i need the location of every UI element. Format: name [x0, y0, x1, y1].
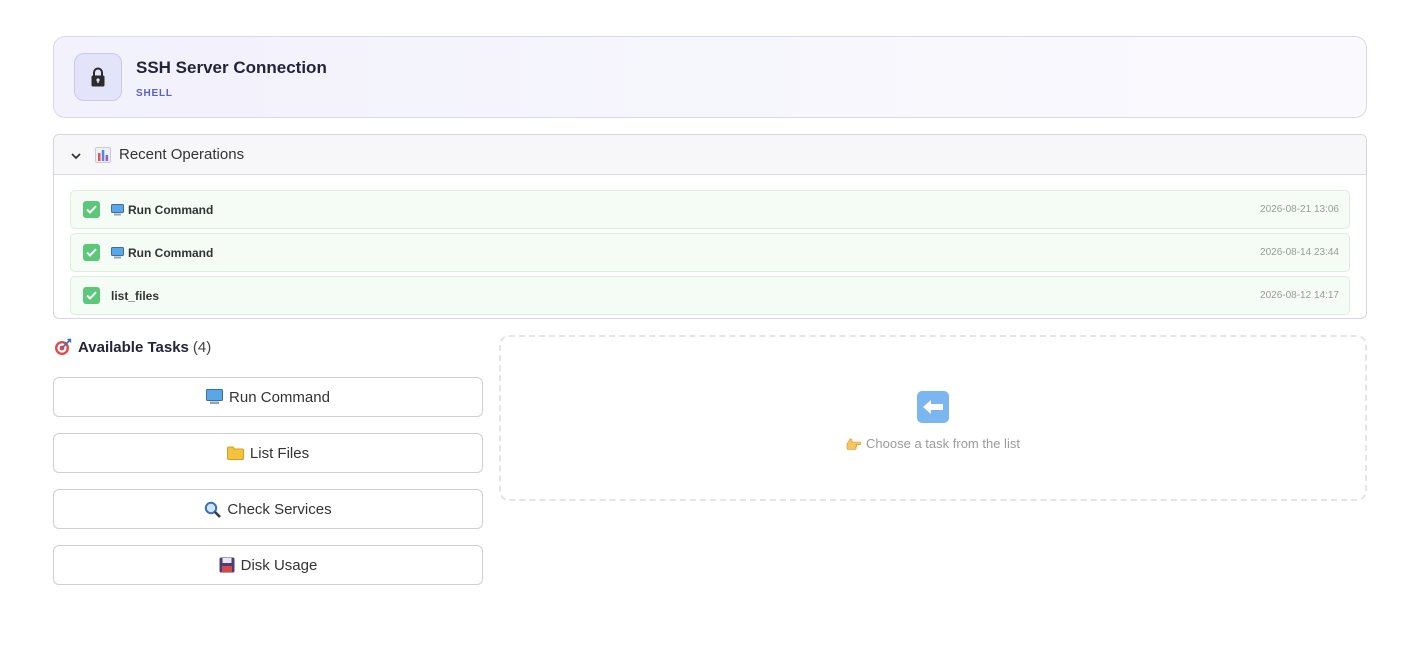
- operation-label: Run Command: [128, 202, 214, 217]
- run-command-button[interactable]: Run Command: [53, 377, 483, 417]
- computer-icon: [206, 389, 224, 405]
- recent-operations-toggle[interactable]: Recent Operations: [54, 135, 1366, 175]
- disk-usage-label: Disk Usage: [240, 556, 318, 574]
- list-files-label: List Files: [249, 444, 310, 462]
- placeholder-hint: Choose a task from the list: [846, 436, 1020, 451]
- success-check-icon: [83, 287, 100, 304]
- check-services-label: Check Services: [227, 500, 332, 518]
- folder-icon: [226, 446, 244, 460]
- list-item[interactable]: list_files 2026-08-12 14:17: [70, 276, 1350, 315]
- chevron-down-icon: [70, 149, 82, 161]
- computer-icon: [111, 246, 124, 259]
- connection-header: SSH Server Connection SHELL: [53, 36, 1367, 118]
- available-tasks-heading: Available Tasks 4: [54, 338, 211, 356]
- success-check-icon: [83, 201, 100, 218]
- check-services-button[interactable]: Check Services: [53, 489, 483, 529]
- connection-type-badge: SHELL: [136, 88, 173, 99]
- recent-operations-list: Run Command 2026-08-21 13:06 Run Command…: [54, 175, 1366, 315]
- pointing-hand-icon: [846, 438, 862, 450]
- list-item[interactable]: Run Command 2026-08-21 13:06: [70, 190, 1350, 229]
- operation-label: list_files: [111, 288, 160, 303]
- page-title: SSH Server Connection: [136, 58, 327, 77]
- bar-chart-icon: [95, 146, 111, 163]
- placeholder-hint-text: Choose a task from the list: [866, 436, 1020, 451]
- list-files-button[interactable]: List Files: [53, 433, 483, 473]
- run-command-label: Run Command: [229, 388, 330, 406]
- floppy-disk-icon: [219, 557, 235, 573]
- recent-operations-panel: Recent Operations Run Command 2026-08-21…: [53, 134, 1367, 319]
- operation-timestamp: 2026-08-21 13:06: [1260, 204, 1339, 215]
- task-detail-placeholder: Choose a task from the list: [499, 335, 1367, 501]
- computer-icon: [111, 203, 124, 216]
- operation-label: Run Command: [128, 245, 214, 260]
- lock-icon: [74, 53, 122, 101]
- available-tasks-title: Available Tasks: [78, 338, 189, 356]
- available-tasks-count: 4: [193, 339, 211, 356]
- left-arrow-icon: [917, 391, 949, 423]
- disk-usage-button[interactable]: Disk Usage: [53, 545, 483, 585]
- magnifier-icon: [204, 501, 222, 518]
- recent-operations-title: Recent Operations: [119, 146, 245, 163]
- list-item[interactable]: Run Command 2026-08-14 23:44: [70, 233, 1350, 272]
- success-check-icon: [83, 244, 100, 261]
- operation-timestamp: 2026-08-14 23:44: [1260, 247, 1339, 258]
- operation-timestamp: 2026-08-12 14:17: [1260, 290, 1339, 301]
- target-icon: [54, 338, 72, 356]
